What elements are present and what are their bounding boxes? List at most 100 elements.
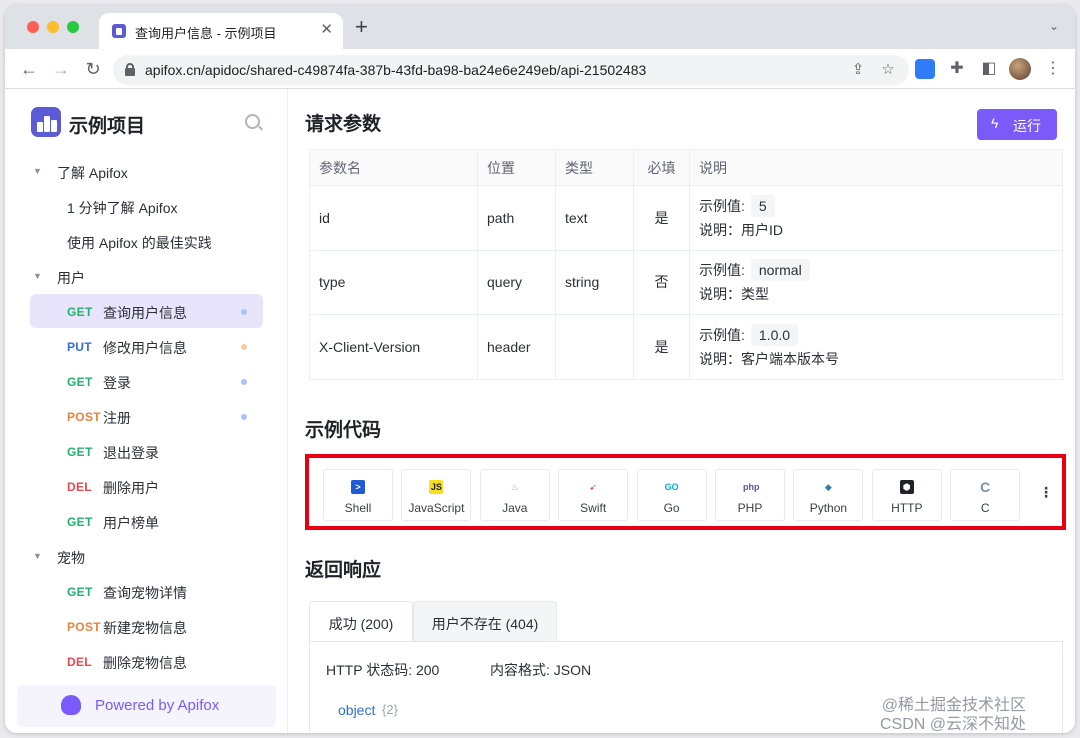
address-bar[interactable]: apifox.cn/apidoc/shared-c49874fa-387b-43…	[113, 55, 909, 85]
param-type: string	[555, 249, 634, 315]
lightning-icon: ϟ	[991, 115, 999, 131]
sidebar-item-highlight	[30, 364, 263, 398]
search-icon[interactable]	[245, 114, 260, 129]
code-tab-c[interactable]: CC	[950, 469, 1021, 521]
param-required: 否	[633, 249, 690, 315]
sidebar-api-item[interactable]: GET 用户榜单	[5, 504, 288, 539]
sidebar-folder[interactable]: ▼ 宠物	[5, 539, 288, 574]
browser-tab[interactable]: 查询用户信息 - 示例项目 ✕	[99, 13, 343, 49]
run-button[interactable]: ϟ 运行	[977, 109, 1057, 140]
side-panel-icon[interactable]: ◧	[977, 57, 1001, 81]
request-params-title: 请求参数	[305, 114, 382, 135]
maximize-window-button[interactable]	[67, 21, 79, 33]
extensions-puzzle-icon[interactable]: ✚	[945, 57, 969, 81]
profile-avatar[interactable]	[1009, 58, 1031, 80]
sidebar-api-item[interactable]: DEL 删除宠物信息	[5, 644, 288, 679]
code-tab-javascript[interactable]: JS JavaScript	[401, 469, 472, 521]
sidebar-folder[interactable]: ▼ 用户	[5, 259, 288, 294]
sidebar-api-item[interactable]: POST 新建宠物信息	[5, 609, 288, 644]
code-tab-label: C	[980, 501, 990, 515]
sidebar-api-label: 删除宠物信息	[103, 655, 187, 671]
sidebar-api-item[interactable]: GET 退出登录	[5, 434, 288, 469]
reload-icon[interactable]: ↻	[81, 57, 105, 81]
new-tab-button[interactable]: +	[355, 16, 368, 38]
sidebar-api-label: 删除用户	[103, 480, 159, 496]
code-tab-java[interactable]: ♨ Java	[479, 469, 550, 521]
sidebar-folder-label: 用户	[57, 270, 85, 286]
http-method-badge: DEL	[67, 480, 92, 494]
apifox-favicon-icon	[112, 24, 126, 38]
forward-arrow-icon[interactable]: →	[49, 57, 73, 81]
c-icon: C	[980, 479, 991, 495]
col-header-location: 位置	[477, 149, 556, 186]
code-tab-label: JavaScript	[408, 501, 465, 515]
sidebar-doc-label: 使用 Apifox 的最佳实践	[67, 235, 212, 251]
close-window-button[interactable]	[27, 21, 39, 33]
param-row: X-Client-Version header 是示例值: 1.0.0 说明：客户端本版…	[309, 314, 1063, 380]
status-dot	[241, 344, 247, 350]
example-label: 示例值:	[699, 326, 745, 343]
sidebar-api-item[interactable]: POST 注册	[5, 399, 288, 434]
sidebar-folder[interactable]: ▼ 了解 Apifox	[5, 154, 288, 189]
code-tab-label: Swift	[580, 501, 607, 515]
minimize-window-button[interactable]	[47, 21, 59, 33]
share-icon[interactable]: ⇪	[847, 59, 869, 81]
code-tab-php[interactable]: php PHP	[715, 469, 785, 521]
col-header-name: 参数名	[309, 149, 478, 186]
param-required: 是	[633, 185, 690, 251]
tab-response-200[interactable]: 成功 (200)	[309, 601, 413, 642]
http-method-badge: DEL	[67, 655, 92, 669]
param-desc-text: 说明：类型	[699, 286, 769, 303]
javascript-icon: JS	[429, 480, 444, 494]
watermark: @稀土掘金技术社区 CSDN @云深不知处	[880, 696, 1026, 734]
example-value: normal	[750, 259, 810, 282]
tab-response-404[interactable]: 用户不存在 (404)	[413, 601, 557, 642]
back-arrow-icon[interactable]: ←	[17, 57, 41, 81]
sidebar-api-label: 查询用户信息	[103, 305, 187, 321]
code-language-tabs: > Shell JS JavaScript ♨ Java ➹ Swift GO Go php PHP ◆…	[305, 454, 1066, 530]
response-title: 返回响应	[305, 560, 382, 581]
sidebar-doc-item[interactable]: 1 分钟了解 Apifox	[5, 189, 288, 224]
tab-title: 查询用户信息 - 示例项目	[135, 26, 277, 41]
code-tab-http[interactable]: ⬢ HTTP	[871, 469, 942, 521]
browser-menu-icon[interactable]: ⋮	[1041, 57, 1065, 81]
schema-object-count: {2}	[382, 702, 398, 717]
browser-window: 查询用户信息 - 示例项目 ✕ + ⌄ ← → ↻ apifox.cn/apid…	[5, 5, 1075, 733]
params-table: 参数名 位置 类型 必填 说明 id path text 是示例值: 5 说明：用户ID t…	[309, 149, 1063, 380]
caret-down-icon[interactable]: ▼	[33, 271, 42, 281]
more-languages-icon[interactable]: ⋮	[1039, 484, 1053, 501]
status-code-text: HTTP 状态码: 200	[326, 662, 440, 678]
python-icon: ◆	[824, 482, 832, 492]
status-dot	[241, 309, 247, 315]
tab-response-200-label: 成功 (200)	[328, 616, 394, 632]
sidebar-doc-label: 1 分钟了解 Apifox	[67, 200, 178, 216]
sidebar-api-item[interactable]: GET 查询用户信息	[5, 294, 288, 329]
powered-by-apifox-link[interactable]: Powered by Apifox	[17, 685, 276, 727]
code-tab-swift[interactable]: ➹ Swift	[558, 469, 629, 521]
extension-app-icon[interactable]	[915, 59, 935, 79]
col-header-description: 说明	[689, 149, 1063, 186]
param-description: 示例值: normal 说明：类型	[689, 249, 1063, 315]
code-tab-go[interactable]: GO Go	[636, 469, 707, 521]
bookmark-star-icon[interactable]: ☆	[877, 59, 899, 81]
code-tab-shell[interactable]: > Shell	[323, 469, 393, 521]
tab-close-icon[interactable]: ✕	[320, 21, 333, 39]
go-icon: GO	[664, 482, 679, 492]
caret-down-icon[interactable]: ▼	[33, 166, 42, 176]
param-description: 示例值: 1.0.0 说明：客户端本版本号	[689, 314, 1063, 380]
schema-object-type[interactable]: object	[338, 702, 375, 718]
http-method-badge: PUT	[67, 340, 92, 354]
watermark-line-2: CSDN @云深不知处	[880, 716, 1027, 733]
col-header-type: 类型	[555, 149, 634, 186]
java-icon: ♨	[510, 482, 519, 492]
sidebar-doc-item[interactable]: 使用 Apifox 的最佳实践	[5, 224, 288, 259]
tab-search-chevron-down-icon[interactable]: ⌄	[1049, 19, 1059, 33]
sidebar-api-item[interactable]: GET 查询宠物详情	[5, 574, 288, 609]
response-tabs: 成功 (200) 用户不存在 (404)	[309, 601, 1063, 642]
sidebar-api-item[interactable]: DEL 删除用户	[5, 469, 288, 504]
http-method-badge: GET	[67, 375, 93, 389]
sidebar-api-item[interactable]: PUT 修改用户信息	[5, 329, 288, 364]
code-tab-python[interactable]: ◆ Python	[793, 469, 864, 521]
sidebar-api-item[interactable]: GET 登录	[5, 364, 288, 399]
caret-down-icon[interactable]: ▼	[33, 551, 42, 561]
